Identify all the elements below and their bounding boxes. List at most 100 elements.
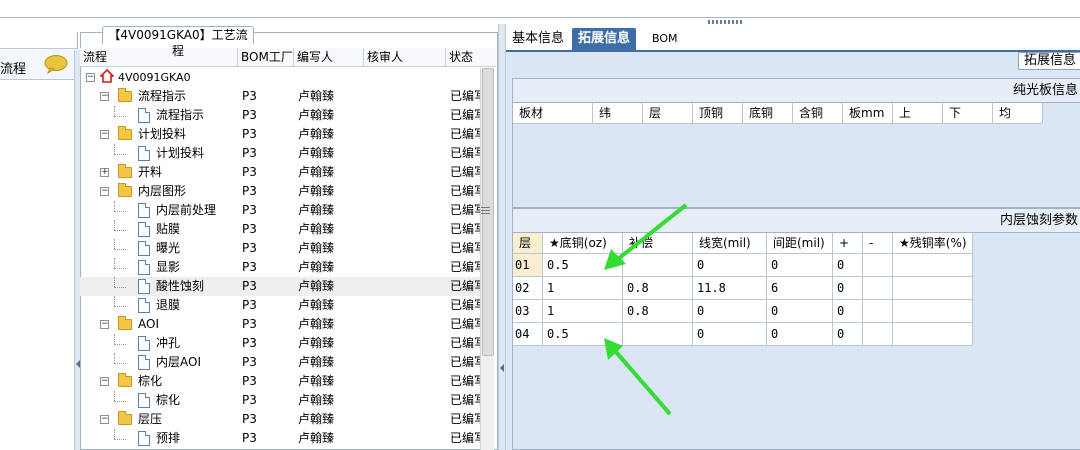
grid-cell[interactable]: 1 (543, 300, 623, 323)
tab-extended-info[interactable]: 拓展信息 (572, 28, 637, 50)
tree-scrollbar[interactable] (480, 68, 494, 450)
tree-collapse-icon[interactable]: − (100, 320, 109, 329)
grid-cell[interactable]: 1 (543, 277, 623, 300)
tree-row[interactable]: − 层压 P3 卢翰臻 已编写 (80, 410, 480, 429)
document-icon (138, 279, 150, 294)
tree-column-header[interactable]: 编写人 (294, 48, 364, 67)
tree-collapse-icon[interactable]: − (100, 415, 109, 424)
grid-column-header[interactable]: 板材 (513, 103, 593, 124)
grid-cell[interactable] (893, 254, 973, 277)
grid-cell[interactable] (863, 254, 893, 277)
tree-row[interactable]: − 4V0091GKA0 (80, 68, 480, 87)
grid-cell[interactable]: 0 (833, 254, 863, 277)
grid-column-header[interactable]: 含铜 (793, 103, 843, 124)
tree-row[interactable]: − AOI P3 卢翰臻 已编写 (80, 315, 480, 334)
grid-column-header[interactable]: 间距(mil) (767, 233, 833, 254)
grid-row-header[interactable]: 02 (513, 277, 543, 300)
tree-expand-icon[interactable]: + (100, 168, 109, 177)
grid-cell[interactable]: 0 (693, 254, 767, 277)
tree-collapse-icon[interactable]: − (100, 377, 109, 386)
extended-info-button[interactable]: 拓展信息 (1018, 52, 1080, 70)
grid-cell[interactable]: 0 (767, 254, 833, 277)
grid-cell[interactable] (893, 300, 973, 323)
grid-column-header[interactable]: 底铜 (743, 103, 793, 124)
grid-row-header[interactable]: 03 (513, 300, 543, 323)
grid-column-header[interactable]: + (833, 233, 863, 254)
grid-cell[interactable]: 0.5 (543, 323, 623, 346)
grid-column-header[interactable]: ★底铜(oz) (543, 233, 623, 254)
tree-row[interactable]: 退膜 P3 卢翰臻 已编写 (80, 296, 480, 315)
tree-collapse-icon[interactable]: − (86, 73, 95, 82)
tree-row[interactable]: + 开料 P3 卢翰臻 已编写 (80, 163, 480, 182)
tree-row[interactable]: − 内层图形 P3 卢翰臻 已编写 (80, 182, 480, 201)
tree-column-header[interactable]: 状态 (446, 48, 496, 67)
tree-collapse-icon[interactable]: − (100, 130, 109, 139)
top-splitter-grip[interactable] (708, 20, 744, 24)
grid-column-header[interactable]: - (863, 233, 893, 254)
tab-bom[interactable]: BOM (646, 28, 684, 50)
grid-cell[interactable] (863, 277, 893, 300)
grid-cell[interactable] (623, 254, 693, 277)
grid-column-header[interactable]: 层 (513, 233, 543, 254)
grid-cell[interactable]: 0.5 (543, 254, 623, 277)
tree-row[interactable]: 棕化 P3 卢翰臻 已编写 (80, 391, 480, 410)
grid-cell[interactable]: 0 (833, 300, 863, 323)
tree-row[interactable]: 酸性蚀刻 P3 卢翰臻 已编写 (80, 277, 480, 296)
process-tree-tab[interactable]: 【4V0091GKA0】工艺流程 (102, 26, 254, 58)
tree-row[interactable]: 显影 P3 卢翰臻 已编写 (80, 258, 480, 277)
grid-cell[interactable] (863, 323, 893, 346)
tree-node-label: 显影 (156, 260, 181, 274)
collapse-tree-icon[interactable] (500, 364, 504, 372)
document-icon (138, 203, 150, 218)
grid-cell[interactable]: 0 (767, 323, 833, 346)
grid-cell[interactable] (623, 323, 693, 346)
grid-cell[interactable]: 0 (833, 323, 863, 346)
tree-row[interactable]: 预排 P3 卢翰臻 已编写 (80, 429, 480, 448)
tree-column-header[interactable]: 核审人 (364, 48, 446, 67)
grid-cell[interactable] (863, 300, 893, 323)
grid-column-header[interactable]: 补偿 (623, 233, 693, 254)
grid-cell[interactable]: 0.8 (623, 300, 693, 323)
tab-basic-info[interactable]: 基本信息 (506, 28, 570, 50)
tree-cell-writer: 卢翰臻 (298, 298, 335, 312)
tree-column-header[interactable]: BOM工厂 (238, 48, 294, 67)
grid-column-header[interactable]: 层 (643, 103, 693, 124)
tree-node-label: 开料 (138, 165, 163, 179)
tree-collapse-icon[interactable]: − (100, 92, 109, 101)
tree-row[interactable]: 曝光 P3 卢翰臻 已编写 (80, 239, 480, 258)
grid-cell[interactable] (893, 323, 973, 346)
center-splitter[interactable] (498, 24, 506, 450)
grid-cell[interactable]: 0 (767, 300, 833, 323)
grid-column-header[interactable]: 板mm (843, 103, 893, 124)
tree-collapse-icon[interactable]: − (100, 187, 109, 196)
tree-row[interactable]: 流程指示 P3 卢翰臻 已编写 (80, 106, 480, 125)
tree-row[interactable]: − 计划投料 P3 卢翰臻 已编写 (80, 125, 480, 144)
grid-column-header[interactable]: ★残铜率(%) (893, 233, 973, 254)
chat-bubble-icon[interactable] (44, 54, 68, 74)
grid-cell[interactable] (893, 277, 973, 300)
grid-column-header[interactable]: 均 (993, 103, 1043, 124)
tree-row[interactable]: − 流程指示 P3 卢翰臻 已编写 (80, 87, 480, 106)
grid-column-header[interactable]: 顶铜 (693, 103, 743, 124)
grid-cell[interactable]: 6 (767, 277, 833, 300)
grid-column-header[interactable]: 线宽(mil) (693, 233, 767, 254)
grid-row-header[interactable]: 04 (513, 323, 543, 346)
grid-column-header[interactable]: 上 (893, 103, 943, 124)
grid-cell[interactable]: 0.8 (623, 277, 693, 300)
tree-row[interactable]: 贴膜 P3 卢翰臻 已编写 (80, 220, 480, 239)
tree-connector (114, 249, 126, 250)
tree-row[interactable]: − 棕化 P3 卢翰臻 已编写 (80, 372, 480, 391)
tree-column-header[interactable]: 流程 (80, 48, 238, 67)
tree-row[interactable]: 冲孔 P3 卢翰臻 已编写 (80, 334, 480, 353)
tree-row[interactable]: 内层前处理 P3 卢翰臻 已编写 (80, 201, 480, 220)
tree-row[interactable]: 计划投料 P3 卢翰臻 已编写 (80, 144, 480, 163)
grid-column-header[interactable]: 下 (943, 103, 993, 124)
tree-node-label: 退膜 (156, 298, 181, 312)
grid-row-header[interactable]: 01 (513, 254, 543, 277)
grid-cell[interactable]: 0 (693, 323, 767, 346)
grid-cell[interactable]: 11.8 (693, 277, 767, 300)
grid-column-header[interactable]: 纬 (593, 103, 643, 124)
grid-cell[interactable]: 0 (693, 300, 767, 323)
grid-cell[interactable]: 0 (833, 277, 863, 300)
tree-row[interactable]: 内层AOI P3 卢翰臻 已编写 (80, 353, 480, 372)
